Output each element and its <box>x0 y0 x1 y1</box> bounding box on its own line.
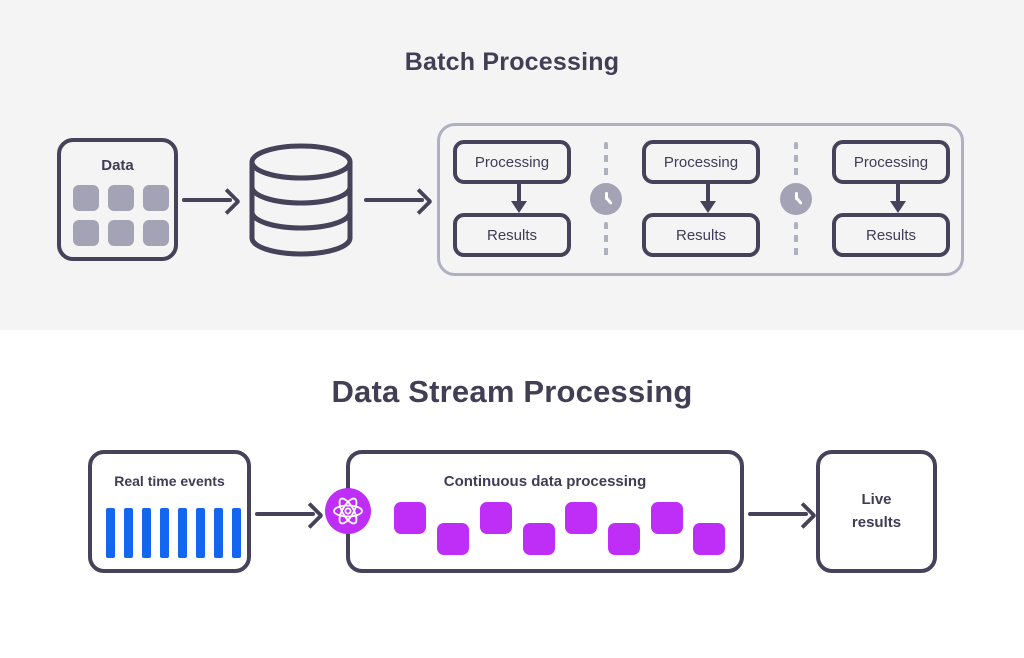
data-cell <box>73 185 99 211</box>
data-cell <box>108 185 134 211</box>
data-chunk <box>693 523 725 555</box>
results-box: Results <box>453 213 571 257</box>
event-bar <box>178 508 187 558</box>
clock-minute-hand <box>795 197 803 205</box>
atom-icon <box>325 488 371 534</box>
data-grid <box>73 185 170 246</box>
arrow-database-to-panel-icon <box>364 187 433 215</box>
data-box: Data <box>57 138 178 261</box>
results-box: Results <box>832 213 950 257</box>
data-cell <box>108 220 134 246</box>
event-bars <box>106 508 241 558</box>
batch-separator-2 <box>779 140 813 261</box>
arrow-head <box>297 501 324 529</box>
data-cell <box>143 220 169 246</box>
continuous-data-processing-panel: Continuous data processing <box>346 450 744 573</box>
dotted-line <box>604 222 608 261</box>
live-results-label: Live results <box>851 491 902 531</box>
arrow-head <box>511 201 527 213</box>
batch-separator-1 <box>589 140 623 261</box>
data-box-label: Data <box>101 157 134 174</box>
arrow-head <box>406 187 433 215</box>
data-chunk <box>565 502 597 534</box>
event-bar <box>142 508 151 558</box>
event-bar <box>214 508 223 558</box>
continuous-data-processing-label: Continuous data processing <box>443 473 647 490</box>
data-chunk <box>523 523 555 555</box>
processing-box: Processing <box>832 140 950 184</box>
processing-to-results-arrow-icon <box>887 184 911 213</box>
data-chunk <box>651 502 683 534</box>
data-chunk <box>437 523 469 555</box>
data-chunk <box>394 502 426 534</box>
arrow-head <box>790 501 817 529</box>
data-chunk <box>608 523 640 555</box>
event-bar <box>232 508 241 558</box>
arrow-head <box>214 187 241 215</box>
processing-box: Processing <box>453 140 571 184</box>
event-bar <box>106 508 115 558</box>
clock-icon <box>780 183 812 215</box>
event-bar <box>196 508 205 558</box>
event-bar <box>124 508 133 558</box>
data-cell <box>73 220 99 246</box>
event-bar <box>160 508 169 558</box>
processing-box: Processing <box>642 140 760 184</box>
batch-title: Batch Processing <box>404 48 620 76</box>
processing-to-results-arrow-icon <box>508 184 532 213</box>
arrow-data-to-database-icon <box>182 187 241 215</box>
database-cylinder-icon <box>246 142 356 258</box>
clock-minute-hand <box>605 197 613 205</box>
processing-to-results-arrow-icon <box>697 184 721 213</box>
clock-icon <box>590 183 622 215</box>
live-results-box: Live results <box>816 450 937 573</box>
data-chunks <box>394 502 725 564</box>
dotted-line <box>794 222 798 261</box>
data-chunk <box>480 502 512 534</box>
arrow-events-to-atom-icon <box>255 501 324 529</box>
arrow-head <box>700 201 716 213</box>
arrow-head <box>890 201 906 213</box>
data-cell <box>143 185 169 211</box>
arrow-panel-to-live-results-icon <box>748 501 817 529</box>
dotted-line <box>794 142 798 181</box>
results-box: Results <box>642 213 760 257</box>
stream-title: Data Stream Processing <box>331 374 693 409</box>
dotted-line <box>604 142 608 181</box>
real-time-events-label: Real time events <box>114 473 225 489</box>
real-time-events-box: Real time events <box>88 450 251 573</box>
